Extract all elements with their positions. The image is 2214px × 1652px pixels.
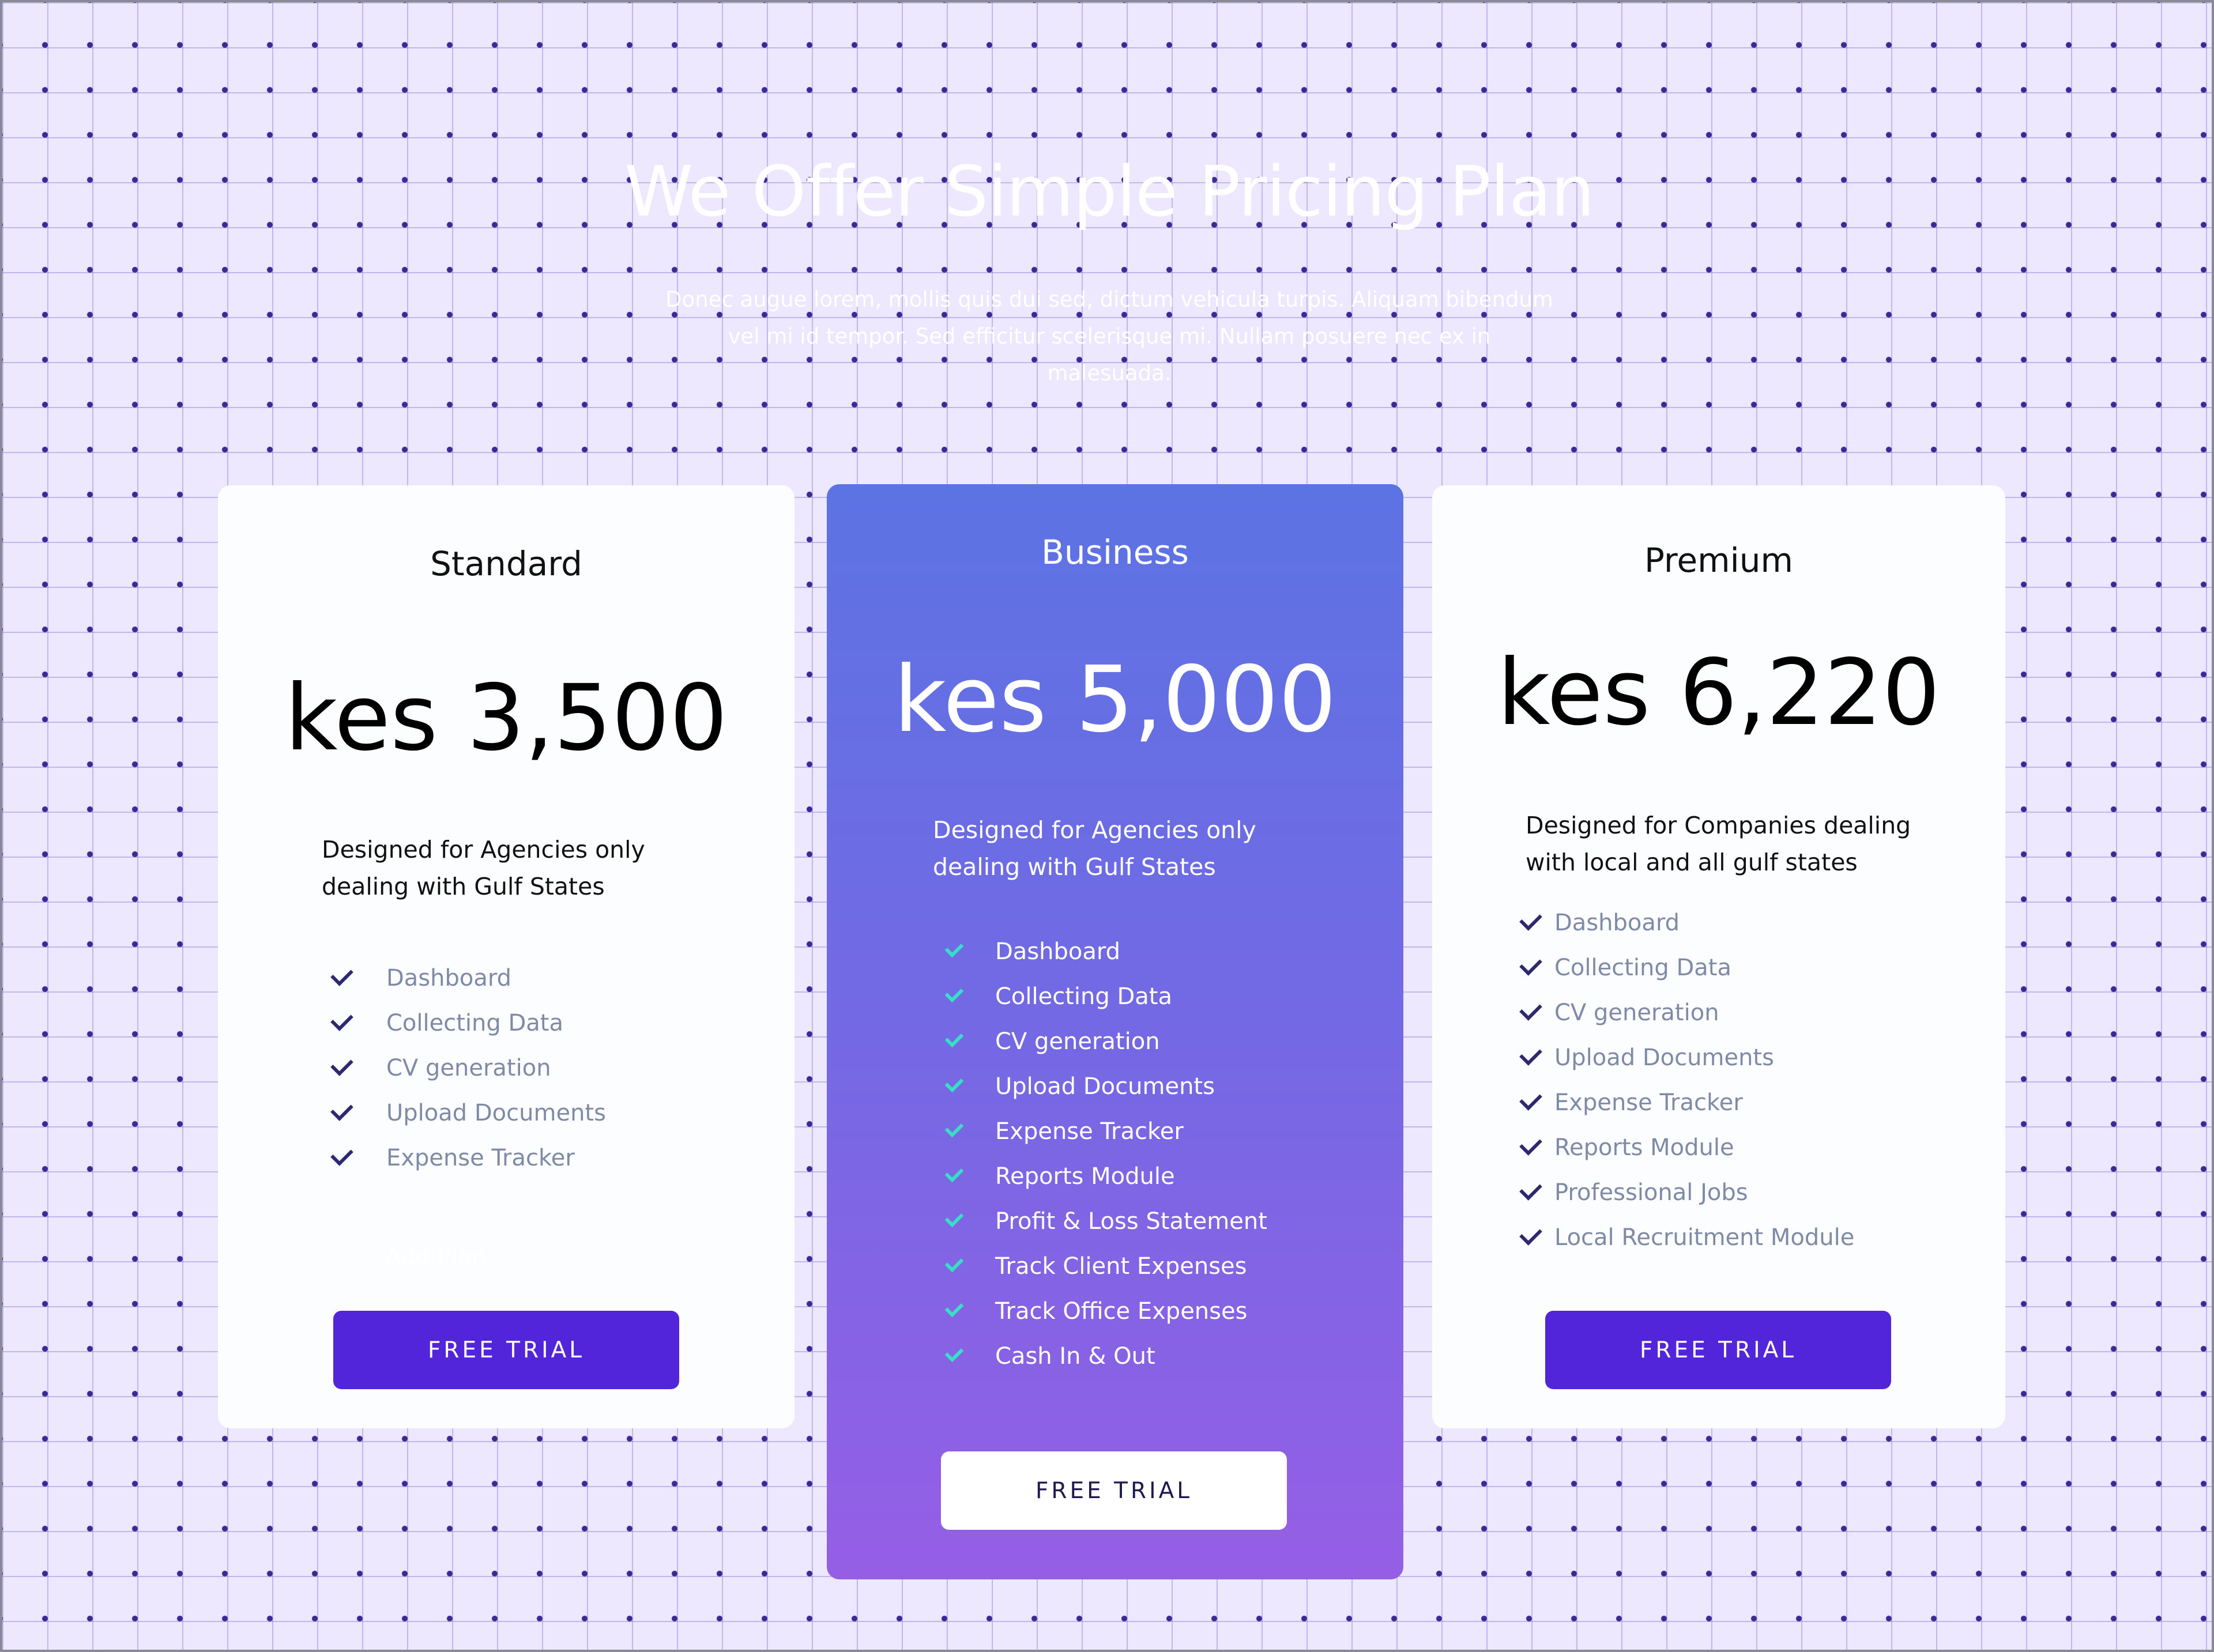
feature-item: Upload Documents	[330, 1091, 606, 1136]
feature-label: Professional Jobs	[1554, 1179, 1748, 1206]
feature-label: Expense Tracker	[1554, 1089, 1743, 1116]
plan-description: Designed for Agencies only dealing with …	[322, 836, 645, 900]
plan-price: kes 3,500	[285, 665, 728, 771]
plan-name: Business	[1041, 533, 1189, 572]
check-icon	[1519, 1178, 1542, 1201]
feature-item: Expense Tracker	[1519, 1080, 1854, 1125]
feature-item: Reports Module	[1519, 1125, 1854, 1170]
check-icon	[1519, 1088, 1542, 1111]
check-icon	[944, 1118, 964, 1138]
free-trial-button-business[interactable]: FREE TRIAL	[941, 1451, 1287, 1530]
feature-item: Track Client Expenses	[944, 1244, 1267, 1289]
plan-name: Premium	[1644, 541, 1794, 580]
page-subtitle: Donec augue lorem, mollis quis dui sed, …	[665, 287, 1553, 386]
free-trial-button-standard[interactable]: FREE TRIAL	[333, 1311, 679, 1389]
feature-label: Collecting Data	[386, 1010, 563, 1036]
feature-item: CV generation	[330, 1046, 606, 1091]
feature-item: Collecting Data	[1519, 945, 1854, 990]
feature-item: Cash In & Out	[944, 1334, 1267, 1379]
check-icon	[330, 963, 353, 986]
feature-label: Dashboard	[1554, 910, 1680, 936]
feature-list: Dashboard Collecting Data CV generation …	[330, 956, 606, 1180]
feature-label: Dashboard	[995, 938, 1121, 965]
feature-label: Dashboard	[386, 965, 512, 991]
feature-list: Dashboard Collecting Data CV generation …	[1519, 900, 1855, 1260]
check-icon	[944, 1343, 964, 1363]
check-icon	[944, 1073, 964, 1093]
feature-label: Track Client Expenses	[995, 1253, 1247, 1280]
feature-item: CV generation	[944, 1019, 1267, 1064]
check-icon	[944, 1298, 964, 1318]
feature-label: Upload Documents	[1554, 1044, 1774, 1071]
feature-label: Local Recruitment Module	[1554, 1224, 1855, 1251]
feature-item: Dashboard	[944, 929, 1267, 974]
pricing-page: We Offer Simple Pricing Plan Donec augue…	[0, 0, 2214, 1652]
check-icon	[330, 1053, 353, 1076]
feature-item: Dashboard	[1519, 900, 1854, 945]
feature-item: Collecting Data	[944, 974, 1267, 1019]
feature-item: Collecting Data	[330, 1001, 606, 1046]
check-icon	[944, 1163, 964, 1183]
check-icon	[944, 1253, 964, 1273]
feature-item: Local Recruitment Module	[1519, 1215, 1855, 1260]
check-icon	[1519, 998, 1542, 1021]
feature-item: Expense Tracker	[944, 1109, 1267, 1154]
pricing-card-premium: Premium kes 6,220 Designed for Companies…	[1432, 485, 2005, 1428]
check-icon	[944, 1028, 964, 1048]
check-icon	[1519, 953, 1542, 976]
page-title: We Offer Simple Pricing Plan	[624, 152, 1595, 232]
feature-label: Upload Documents	[995, 1073, 1215, 1100]
pricing-card-standard: Standard kes 3,500 Designed for Agencies…	[218, 485, 795, 1428]
feature-item: Upload Documents	[944, 1064, 1267, 1109]
feature-item: Track Office Expenses	[944, 1289, 1267, 1334]
free-trial-button-premium[interactable]: FREE TRIAL	[1545, 1311, 1891, 1389]
check-icon	[330, 1143, 353, 1166]
feature-label: Upload Documents	[386, 1100, 606, 1126]
check-icon	[1519, 1043, 1542, 1066]
plan-name: Standard	[430, 544, 582, 583]
feature-label: Profit & Loss Statement	[995, 1208, 1267, 1235]
feature-label: CV generation	[386, 1055, 551, 1081]
feature-list: Dashboard Collecting Data CV generation …	[944, 929, 1267, 1379]
feature-label: Collecting Data	[995, 983, 1172, 1010]
feature-label: CV generation	[1554, 1000, 1719, 1026]
plan-description: Designed for Companies dealing with loca…	[1526, 812, 1911, 876]
check-icon	[944, 983, 964, 1003]
feature-label: Reports Module	[995, 1163, 1175, 1190]
feature-label: Expense Tracker	[995, 1118, 1184, 1145]
feature-label: Collecting Data	[1554, 955, 1731, 981]
plan-description: Designed for Agencies only dealing with …	[933, 816, 1256, 881]
feature-item: Professional Jobs	[1519, 1170, 1854, 1215]
check-icon	[944, 938, 964, 958]
check-icon	[1519, 1133, 1542, 1156]
feature-label: Expense Tracker	[386, 1145, 575, 1171]
check-icon	[330, 1098, 353, 1121]
feature-label: Track Office Expenses	[995, 1298, 1248, 1325]
pricing-card-business: Business kes 5,000 Designed for Agencies…	[827, 484, 1403, 1579]
check-icon	[944, 1208, 964, 1228]
check-icon	[1519, 908, 1542, 931]
feature-label: Cash In & Out	[995, 1343, 1155, 1370]
feature-item: CV generation	[1519, 990, 1854, 1035]
feature-label: CV generation	[995, 1028, 1160, 1055]
faint-note: Add Plan	[385, 1244, 487, 1270]
check-icon	[330, 1008, 353, 1031]
plan-price: kes 5,000	[894, 647, 1336, 753]
feature-item: Upload Documents	[1519, 1035, 1854, 1080]
plan-price: kes 6,220	[1497, 640, 1940, 746]
feature-item: Profit & Loss Statement	[944, 1199, 1267, 1244]
feature-item: Reports Module	[944, 1154, 1267, 1199]
feature-item: Dashboard	[330, 956, 606, 1001]
check-icon	[1519, 1223, 1542, 1246]
feature-label: Reports Module	[1554, 1134, 1734, 1161]
feature-item: Expense Tracker	[330, 1136, 606, 1180]
